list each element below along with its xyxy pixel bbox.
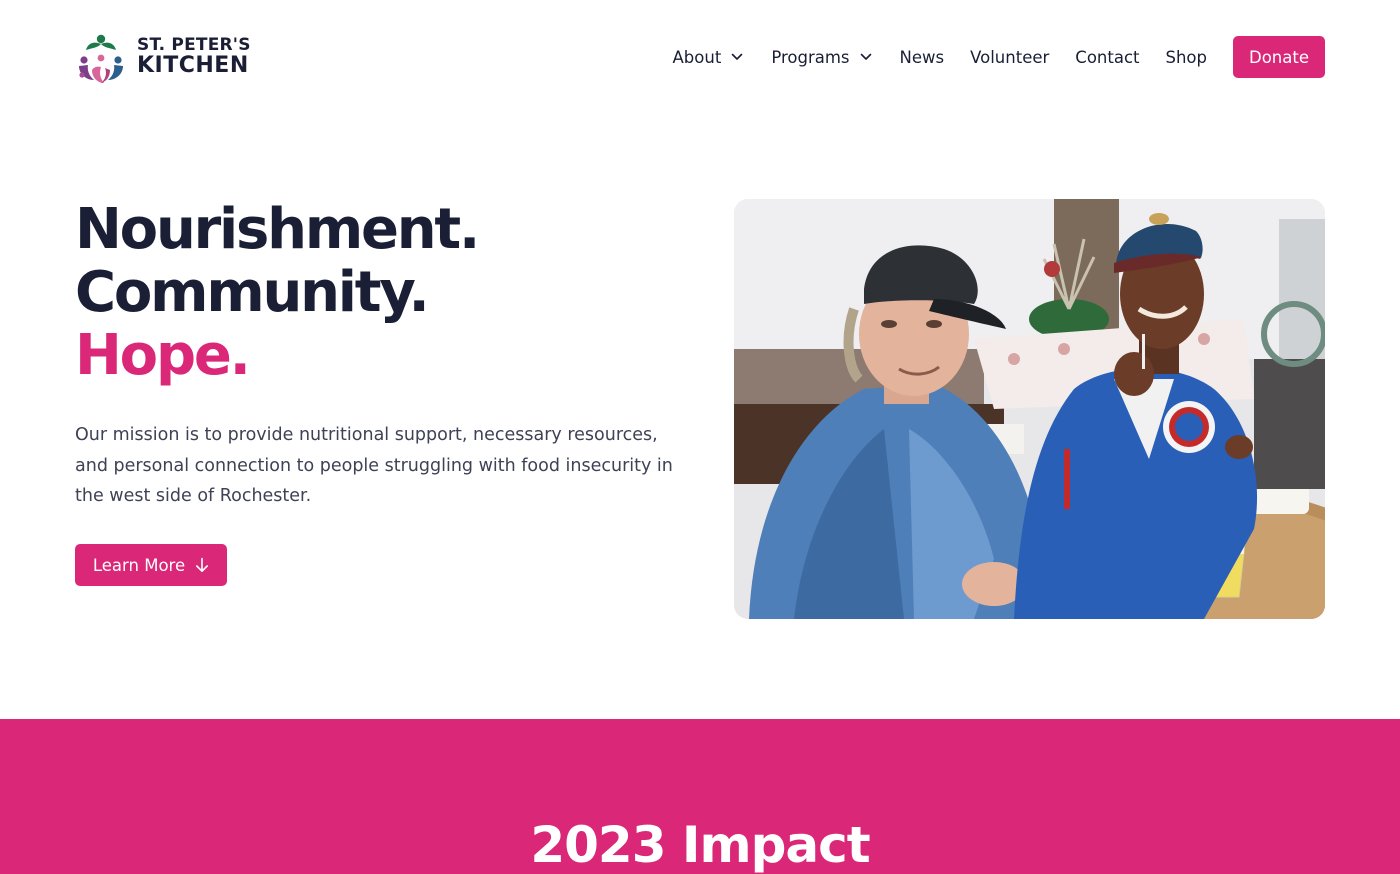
site-header: ST. PETER'S KITCHEN About Programs News … — [0, 0, 1400, 115]
logo-wordmark: ST. PETER'S KITCHEN — [137, 37, 251, 77]
nav-item-volunteer[interactable]: Volunteer — [970, 48, 1049, 67]
nav-item-label: Volunteer — [970, 47, 1050, 67]
main-nav: About Programs News Volunteer Contact Sh… — [673, 36, 1325, 78]
hero-photo — [734, 199, 1325, 619]
learn-more-button[interactable]: Learn More — [75, 544, 227, 586]
logo-mark-icon — [79, 34, 123, 83]
logo-line2: KITCHEN — [137, 53, 249, 78]
hero-headline: Nourishment. Community. Hope. — [75, 197, 480, 388]
nav-item-label: Programs — [771, 47, 850, 67]
nav-item-label: News — [899, 47, 945, 67]
chevron-down-icon — [732, 53, 743, 60]
nav-item-label: About — [672, 47, 722, 67]
learn-more-label: Learn More — [92, 555, 186, 575]
logo-line1: ST. PETER'S — [137, 35, 251, 55]
chevron-down-icon — [860, 53, 871, 60]
arrow-down-icon — [196, 557, 209, 572]
site-logo[interactable]: ST. PETER'S KITCHEN — [74, 30, 251, 84]
nav-item-contact[interactable]: Contact — [1075, 48, 1139, 67]
impact-title: 2023 Impact — [530, 816, 870, 874]
nav-item-programs[interactable]: Programs — [771, 48, 871, 67]
nav-item-news[interactable]: News — [900, 48, 945, 67]
hero-photo-image — [734, 199, 1325, 619]
impact-section: 2023 Impact — [0, 719, 1400, 874]
nav-item-about[interactable]: About — [673, 48, 744, 67]
nav-item-shop[interactable]: Shop — [1166, 48, 1208, 67]
hero-headline-line3: Hope. — [75, 323, 251, 388]
nav-item-label: Contact — [1075, 47, 1140, 67]
nav-item-label: Shop — [1165, 47, 1208, 67]
hero-headline-line2: Community. — [75, 260, 430, 325]
mission-statement: Our mission is to provide nutritional su… — [75, 425, 673, 506]
hero-headline-line1: Nourishment. — [75, 197, 480, 262]
donate-button[interactable]: Donate — [1233, 36, 1325, 78]
